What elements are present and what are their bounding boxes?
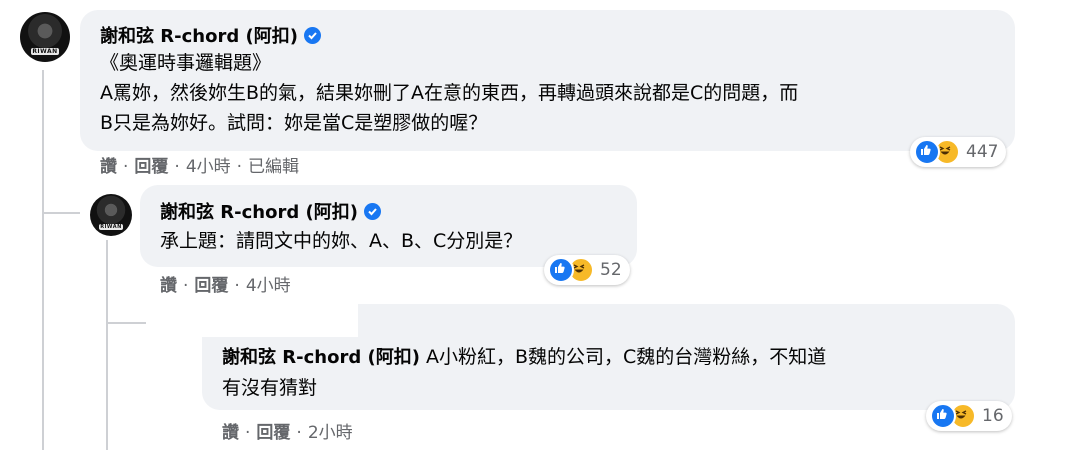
comment-actions: 讚 · 回覆 · 4小時 · 已編輯 xyxy=(100,157,300,177)
comment-actions: 讚 · 回覆 · 2小時 xyxy=(222,423,353,443)
avatar[interactable]: RIWAN xyxy=(90,194,132,236)
reaction-summary[interactable]: 16 xyxy=(926,401,1012,431)
comment-author[interactable]: 謝和弦 R-chord (阿扣) xyxy=(160,198,358,224)
comment-timestamp[interactable]: 4小時 xyxy=(186,157,231,177)
reply-button[interactable]: 回覆 xyxy=(194,276,228,296)
reply-button[interactable]: 回覆 xyxy=(256,423,290,443)
reaction-summary[interactable]: 447 xyxy=(910,137,1007,167)
reaction-count: 16 xyxy=(982,406,1004,426)
comment-timestamp[interactable]: 4小時 xyxy=(246,276,291,296)
reaction-count: 52 xyxy=(600,260,622,280)
thread-connector-1 xyxy=(42,212,80,214)
comment-text-line: B只是為妳好。試問：妳是當C是塑膠做的喔？ xyxy=(100,112,488,134)
thread-line-reply xyxy=(106,240,108,450)
comment-text-line: 謝和弦 R-chord (阿扣) A小粉紅，B魏的公司，C魏的台灣粉絲，不知道 xyxy=(222,342,993,373)
comment-author[interactable]: 謝和弦 R-chord (阿扣) xyxy=(222,343,420,373)
like-reaction-icon xyxy=(914,139,940,165)
thread-connector-2 xyxy=(106,322,146,324)
comment-text-line: 有沒有猜對 xyxy=(222,377,318,399)
comment-text-line: 《奧運時事邏輯題》 xyxy=(100,52,272,74)
comment-text-inline: A小粉紅，B魏的公司，C魏的台灣粉絲，不知道 xyxy=(419,346,827,368)
avatar[interactable]: RIWAN xyxy=(20,12,70,62)
like-reaction-icon xyxy=(930,403,956,429)
comment-timestamp[interactable]: 2小時 xyxy=(308,423,353,443)
comment-author[interactable]: 謝和弦 R-chord (阿扣) xyxy=(100,22,298,48)
verified-badge-icon xyxy=(303,27,321,44)
comment-actions: 讚 · 回覆 · 4小時 xyxy=(160,276,291,296)
comment-text-line: 承上題：請問文中的妳、A、B、C分別是？ xyxy=(160,230,523,252)
like-button[interactable]: 讚 xyxy=(160,276,177,296)
avatar-badge: RIWAN xyxy=(99,224,123,231)
comment-bubble-1: 謝和弦 R-chord (阿扣) 《奧運時事邏輯題》 A罵妳，然後妳生B的氣，結… xyxy=(80,10,1015,151)
like-button[interactable]: 讚 xyxy=(222,423,239,443)
verified-badge-icon xyxy=(363,203,381,220)
comment-text-line: A罵妳，然後妳生B的氣，結果妳刪了A在意的東西，再轉過頭來說都是C的問題，而 xyxy=(100,82,799,104)
reply-button[interactable]: 回覆 xyxy=(134,157,168,177)
reaction-summary[interactable]: 52 xyxy=(544,255,630,285)
reaction-count: 447 xyxy=(966,142,999,162)
like-button[interactable]: 讚 xyxy=(100,157,117,177)
hidden-avatar-area xyxy=(148,303,358,337)
thread-line-main xyxy=(42,70,44,450)
edited-label[interactable]: 已編輯 xyxy=(248,157,299,177)
like-reaction-icon xyxy=(548,257,574,283)
avatar-badge: RIWAN xyxy=(31,48,59,55)
